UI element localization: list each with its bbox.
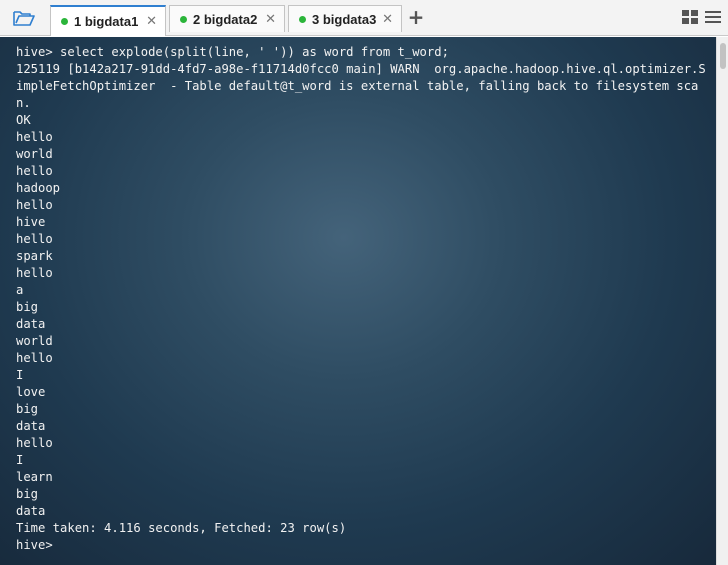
command-line: hive> select explode(split(line, ' ')) a… [16, 45, 449, 59]
hamburger-menu-icon[interactable] [705, 9, 721, 25]
terminal-output: hive> select explode(split(line, ' ')) a… [16, 44, 712, 554]
close-icon[interactable]: ✕ [265, 12, 276, 27]
output-line: I [16, 453, 24, 467]
output-line: hive [16, 215, 46, 229]
output-line: data [16, 317, 46, 331]
prompt-line: hive> [16, 538, 53, 552]
output-line: a [16, 283, 24, 297]
output-line: hello [16, 351, 53, 365]
output-line: world [16, 334, 53, 348]
status-dot-icon [299, 15, 306, 23]
output-line: hello [16, 232, 53, 246]
output-line: love [16, 385, 46, 399]
output-line: Time taken: 4.116 seconds, Fetched: 23 r… [16, 521, 347, 535]
output-line: OK [16, 113, 31, 127]
output-line: hello [16, 436, 53, 450]
output-line: 125119 [b142a217-91dd-4fd7-a98e-f11714d0… [16, 62, 706, 110]
tab-label: 3 bigdata3 [312, 11, 377, 27]
open-folder-icon[interactable] [6, 4, 42, 32]
output-line: big [16, 402, 39, 416]
output-line: hello [16, 198, 53, 212]
tab-label: 1 bigdata1 [74, 14, 139, 29]
terminal-pane[interactable]: hive> select explode(split(line, ' ')) a… [0, 37, 716, 565]
tab-bigdata2[interactable]: 2 bigdata2 ✕ [169, 5, 285, 32]
output-line: hello [16, 130, 53, 144]
plus-icon[interactable]: + [406, 6, 426, 28]
tab-bigdata1[interactable]: 1 bigdata1 ✕ [50, 5, 166, 36]
output-line: big [16, 300, 39, 314]
output-line: hello [16, 266, 53, 280]
vertical-scrollbar[interactable] [716, 37, 728, 565]
output-line: data [16, 419, 46, 433]
grid-view-icon[interactable] [682, 10, 698, 24]
output-line: big [16, 487, 39, 501]
output-line: I [16, 368, 24, 382]
status-dot-icon [61, 18, 68, 25]
output-line: spark [16, 249, 53, 263]
scrollbar-thumb[interactable] [720, 43, 726, 69]
close-icon[interactable]: ✕ [146, 14, 157, 29]
status-dot-icon [180, 15, 187, 23]
output-line: hadoop [16, 181, 61, 195]
tab-bar: 1 bigdata1 ✕ 2 bigdata2 ✕ 3 bigdata3 ✕ + [0, 0, 728, 36]
output-line: learn [16, 470, 53, 484]
tab-bigdata3[interactable]: 3 bigdata3 ✕ [288, 5, 402, 32]
output-line: hello [16, 164, 53, 178]
close-icon[interactable]: ✕ [382, 12, 393, 27]
tab-label: 2 bigdata2 [193, 11, 258, 27]
output-line: world [16, 147, 53, 161]
output-line: data [16, 504, 46, 518]
